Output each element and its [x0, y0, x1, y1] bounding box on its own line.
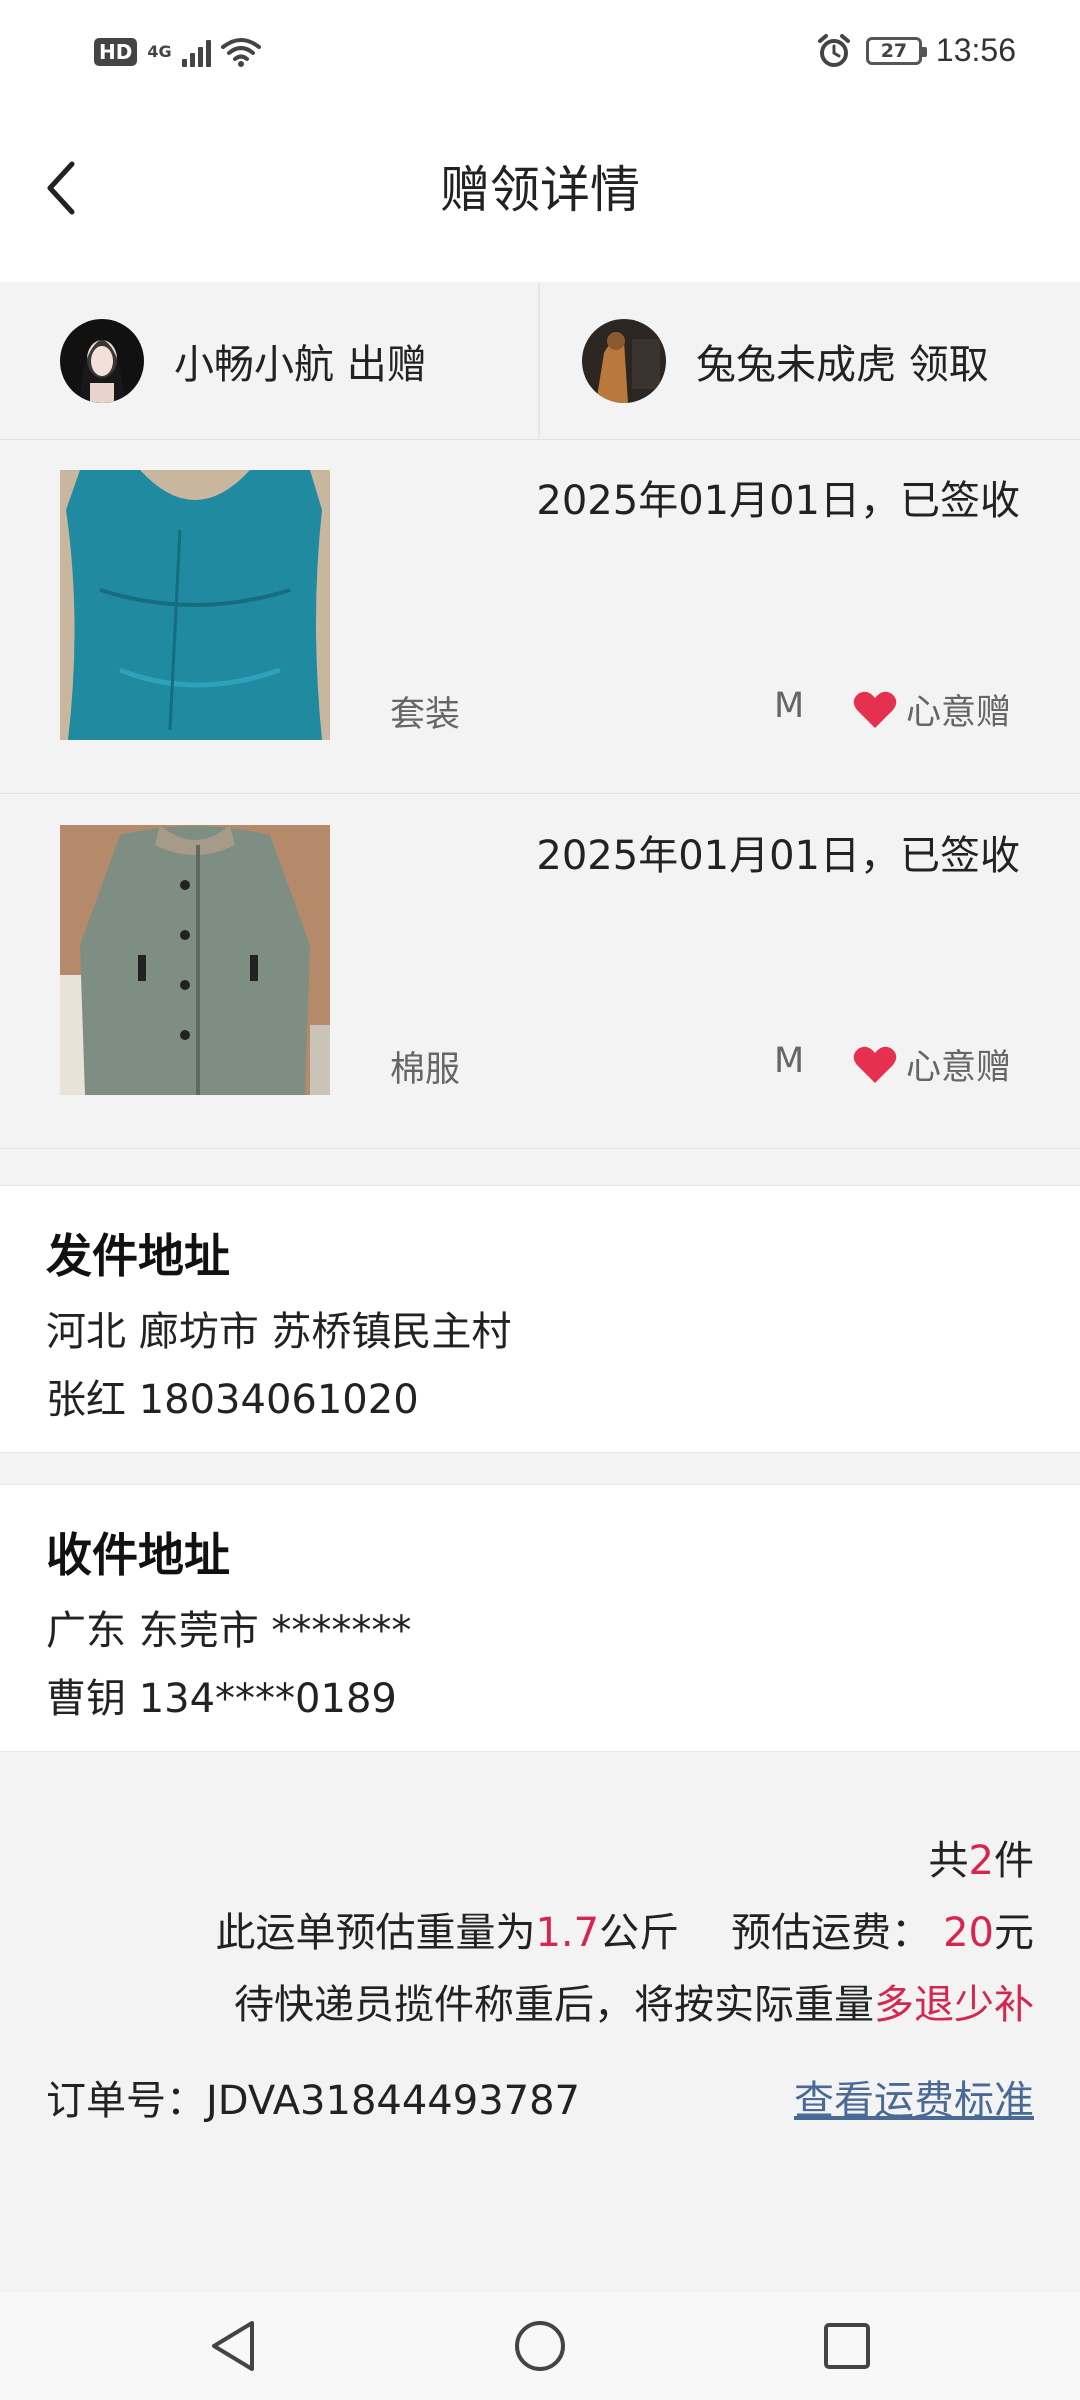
- receiver-avatar[interactable]: [582, 319, 666, 403]
- item-status: 2025年01月01日，已签收: [536, 833, 1020, 879]
- order-summary: 共2件 此运单预估重量为1.7公斤 预估运费： 20元 待快递员揽件称重后，将按实际…: [0, 1752, 1080, 2292]
- nav-recents-button[interactable]: [693, 2292, 1080, 2400]
- total-count: 2: [968, 1838, 994, 1884]
- status-left: HD 4G: [94, 36, 261, 68]
- item-size: M: [774, 686, 805, 726]
- giver-avatar[interactable]: [60, 319, 144, 403]
- item-thumbnail[interactable]: [60, 470, 330, 740]
- circle-home-icon: [515, 2321, 565, 2371]
- heart-icon: [853, 691, 897, 728]
- receiver-cell[interactable]: 兔兔未成虎 领取: [540, 282, 1080, 440]
- sender-contact: 张红 18034061020: [46, 1377, 419, 1423]
- weight-prefix: 此运单预估重量为: [215, 1910, 536, 1956]
- triangle-back-icon: [212, 2321, 255, 2371]
- signal-icon: [181, 37, 211, 67]
- hd-badge: HD: [94, 38, 138, 66]
- clock: 13:56: [935, 32, 1016, 68]
- heart-icon: [853, 1046, 897, 1083]
- note-highlight: 多退少补: [874, 1982, 1034, 2028]
- fee-value: 20: [943, 1910, 994, 1956]
- item-tag: 心意赠: [852, 684, 1011, 735]
- status-right: 27 13:56: [816, 32, 1016, 69]
- network-type: 4G: [147, 42, 172, 61]
- nav-home-button[interactable]: [387, 2292, 694, 2400]
- weight-unit: 公斤: [599, 1910, 680, 1956]
- fee-unit: 元: [994, 1910, 1034, 1956]
- fee-prefix: 预估运费：: [731, 1910, 932, 1956]
- receiver-label: 兔兔未成虎 领取: [696, 342, 989, 388]
- total-count-line: 共2件: [929, 1828, 1034, 1886]
- gift-item[interactable]: 2025年01月01日，已签收 棉服 M 心意赠: [0, 795, 1080, 1149]
- receiver-address-card: 收件地址 广东 东莞市 ******* 曹钥 134****0189: [0, 1484, 1080, 1752]
- sender-address-line: 河北 廊坊市 苏桥镇民主村: [46, 1309, 512, 1355]
- giver-cell[interactable]: 小畅小航 出赠: [0, 282, 540, 440]
- item-tag-label: 心意赠: [906, 1048, 1012, 1088]
- note-prefix: 待快递员揽件称重后，将按实际重量: [234, 1982, 874, 2028]
- item-tag: 心意赠: [852, 1039, 1011, 1090]
- square-recents-icon: [823, 2323, 870, 2369]
- users-row: 小畅小航 出赠 兔兔未成虎 领取: [0, 282, 1080, 440]
- item-tag-label: 心意赠: [906, 693, 1012, 733]
- item-category: 棉服: [390, 1050, 461, 1090]
- item-category: 套装: [390, 695, 461, 735]
- page-header: 赠领详情: [0, 110, 1080, 282]
- page-title: 赠领详情: [440, 161, 640, 219]
- sender-address-card: 发件地址 河北 廊坊市 苏桥镇民主村 张红 18034061020: [0, 1185, 1080, 1453]
- item-status: 2025年01月01日，已签收: [536, 478, 1020, 524]
- alarm-icon: [817, 33, 850, 67]
- item-size: M: [774, 1041, 805, 1081]
- weight-note-line: 待快递员揽件称重后，将按实际重量多退少补: [234, 1972, 1034, 2030]
- receiver-address-title: 收件地址: [46, 1528, 230, 1582]
- receiver-address-line: 广东 东莞市 *******: [46, 1608, 412, 1654]
- receiver-contact: 曹钥 134****0189: [46, 1676, 397, 1722]
- item-thumbnail[interactable]: [60, 825, 330, 1095]
- status-bar: HD 4G 27 13:56: [0, 0, 1080, 110]
- fee-standard-link[interactable]: 查看运费标准: [794, 2068, 1034, 2126]
- giver-label: 小畅小航 出赠: [174, 342, 427, 388]
- total-suffix: 件: [994, 1838, 1034, 1884]
- sender-address-title: 发件地址: [46, 1229, 230, 1283]
- gift-item[interactable]: 2025年01月01日，已签收 套装 M 心意赠: [0, 440, 1080, 794]
- nav-back-button[interactable]: [0, 2292, 387, 2400]
- system-nav-bar: [0, 2292, 1080, 2400]
- total-prefix: 共: [928, 1838, 969, 1884]
- weight-value: 1.7: [535, 1910, 600, 1956]
- battery-icon: 27: [865, 36, 927, 65]
- battery-level: 27: [880, 39, 908, 62]
- wifi-icon: [220, 38, 261, 67]
- order-number: 订单号：JDVA31844493787: [46, 2078, 581, 2124]
- weight-fee-line: 此运单预估重量为1.7公斤 预估运费： 20元: [215, 1900, 1034, 1958]
